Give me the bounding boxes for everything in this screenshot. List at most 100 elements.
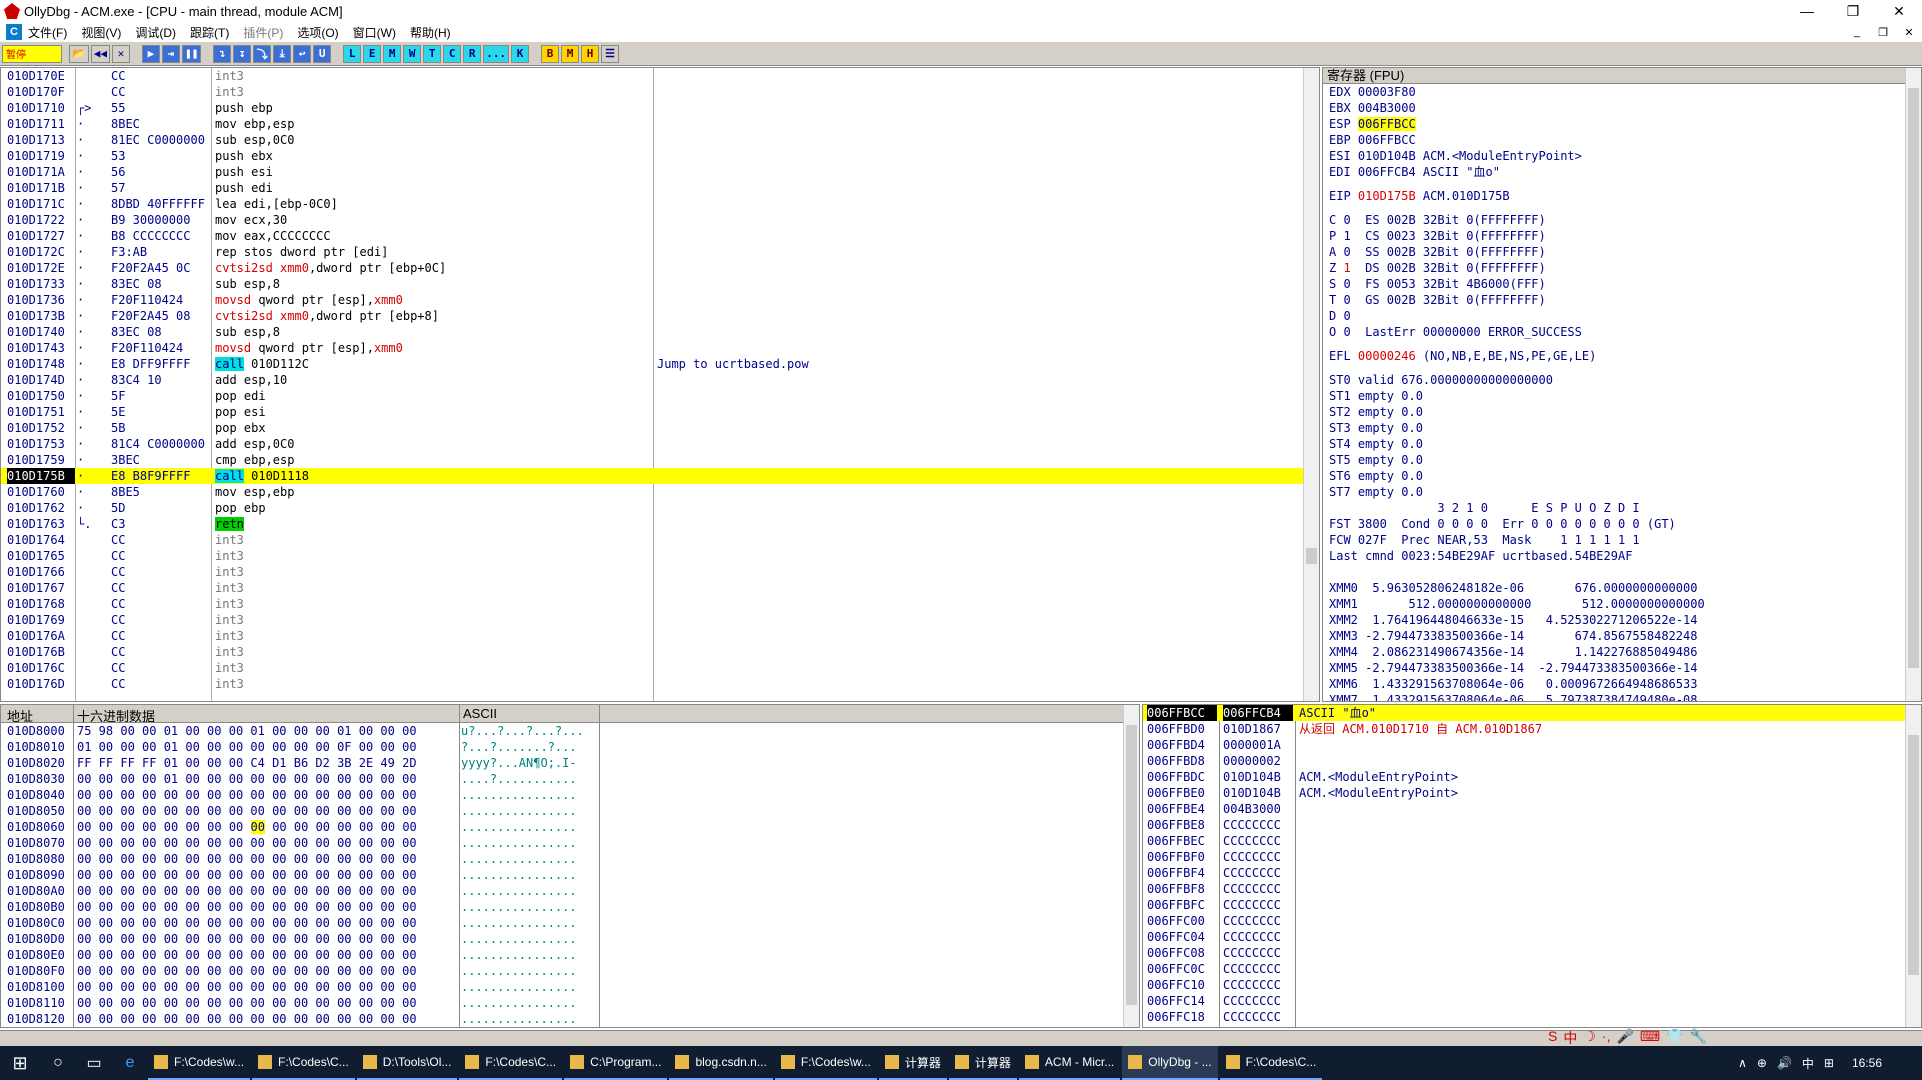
dump-row[interactable]: 010D8110 00 00 00 00 00 00 00 00 00 00 00… (1, 995, 1139, 1011)
instruction-address[interactable]: 010D1768 (7, 596, 75, 612)
stack-value[interactable]: 0000001A (1223, 737, 1293, 753)
dump-row[interactable]: 010D8020 FF FF FF FF 01 00 00 00 C4 D1 B6… (1, 755, 1139, 771)
register-value-changed[interactable]: 1 (1343, 261, 1350, 275)
disasm-row[interactable]: 010D1727 · B8 CCCCCCCC mov eax,CCCCCCCC (1, 228, 1319, 244)
taskbar-task[interactable]: ACM - Micr... (1018, 1046, 1121, 1080)
stack-row[interactable]: 006FFC14 CCCCCCCC (1143, 993, 1921, 1009)
register-line[interactable]: EBP 006FFBCC (1329, 132, 1921, 148)
register-line[interactable]: XMM5 -2.794473383500366e-14 -2.794473383… (1329, 660, 1921, 676)
instruction-address[interactable]: 010D176B (7, 644, 75, 660)
register-line[interactable]: C 0 ES 002B 32Bit 0(FFFFFFFF) (1329, 212, 1921, 228)
taskbar-task[interactable]: 计算器 (878, 1046, 947, 1080)
stack-address[interactable]: 006FFBD0 (1147, 721, 1217, 737)
dump-ascii[interactable]: ................ (461, 979, 577, 995)
stack-address[interactable]: 006FFC10 (1147, 977, 1217, 993)
dump-scrollbar[interactable] (1123, 705, 1139, 1027)
stack-value[interactable]: CCCCCCCC (1223, 817, 1293, 833)
registers-scrollbar[interactable] (1905, 68, 1921, 701)
dump-byte[interactable]: 00 (316, 820, 330, 834)
dump-hex-bytes[interactable]: 00 00 00 00 00 00 00 00 00 00 00 00 00 0… (77, 931, 457, 947)
dump-address[interactable]: 010D80D0 (7, 931, 65, 947)
dump-row[interactable]: 010D8120 00 00 00 00 00 00 00 00 00 00 00… (1, 1011, 1139, 1027)
disasm-row[interactable]: 010D176A CC int3 (1, 628, 1319, 644)
dump-hex-bytes[interactable]: 00 00 00 00 01 00 00 00 00 00 00 00 00 0… (77, 771, 457, 787)
register-value-changed[interactable]: 00000246 (1358, 349, 1416, 363)
disasm-row[interactable]: 010D175B · E8 B8F9FFFF call 010D1118 (1, 468, 1319, 484)
memory-breakpoints-button[interactable]: M (561, 44, 580, 63)
dump-ascii[interactable]: ................ (461, 1011, 577, 1027)
stack-address[interactable]: 006FFC0C (1147, 961, 1217, 977)
stack-value[interactable]: 010D104B (1223, 785, 1293, 801)
register-line[interactable]: XMM0 5.963052806248182e-06 676.000000000… (1329, 580, 1921, 596)
mdi-minimize-button[interactable]: _ (1844, 22, 1870, 42)
dump-address[interactable]: 010D80C0 (7, 915, 65, 931)
menu-debug[interactable]: 调试(D) (135, 24, 176, 41)
dump-byte[interactable]: 00 (99, 820, 113, 834)
input-language-indicator[interactable]: 中 (1802, 1055, 1814, 1072)
taskbar-task[interactable]: D:\Tools\Ol... (356, 1046, 458, 1080)
dump-row[interactable]: 010D8040 00 00 00 00 00 00 00 00 00 00 00… (1, 787, 1139, 803)
trace-over-icon[interactable]: ⤓ (273, 44, 292, 63)
dump-ascii[interactable]: ................ (461, 803, 577, 819)
instruction-address[interactable]: 010D176D (7, 676, 75, 692)
stack-value[interactable]: CCCCCCCC (1223, 913, 1293, 929)
dump-ascii[interactable]: ....?........... (461, 771, 577, 787)
references-window-button[interactable]: R (463, 44, 482, 63)
threads-window-button[interactable]: T (423, 44, 442, 63)
open-icon[interactable]: 📂 (69, 44, 89, 63)
dump-row[interactable]: 010D8090 00 00 00 00 00 00 00 00 00 00 00… (1, 867, 1139, 883)
keyboard-icon[interactable]: ⌨ (1640, 1028, 1660, 1048)
dump-row[interactable]: 010D80E0 00 00 00 00 00 00 00 00 00 00 00… (1, 947, 1139, 963)
menu-file[interactable]: 文件(F) (28, 24, 67, 41)
disasm-row[interactable]: 010D1769 CC int3 (1, 612, 1319, 628)
stack-row[interactable]: 006FFBE4 004B3000 (1143, 801, 1921, 817)
run-thread-icon[interactable]: ⇥ (161, 44, 180, 63)
register-line[interactable]: P 1 CS 0023 32Bit 0(FFFFFFFF) (1329, 228, 1921, 244)
stack-row[interactable]: 006FFC08 CCCCCCCC (1143, 945, 1921, 961)
dump-byte[interactable]: 00 (185, 820, 199, 834)
stack-address[interactable]: 006FFC04 (1147, 929, 1217, 945)
stack-row[interactable]: 006FFC0C CCCCCCCC (1143, 961, 1921, 977)
stack-address[interactable]: 006FFBFC (1147, 897, 1217, 913)
register-line[interactable]: Z 1 DS 002B 32Bit 0(FFFFFFFF) (1329, 260, 1921, 276)
minimize-button[interactable]: — (1784, 0, 1830, 22)
dump-ascii[interactable]: ................ (461, 835, 577, 851)
instruction-address[interactable]: 010D173B (7, 308, 75, 324)
stack-row[interactable]: 006FFC18 CCCCCCCC (1143, 1009, 1921, 1025)
disasm-row[interactable]: 010D1767 CC int3 (1, 580, 1319, 596)
dump-hex-bytes[interactable]: 00 00 00 00 00 00 00 00 00 00 00 00 00 0… (77, 787, 457, 803)
register-line[interactable]: ESI 010D104B ACM.<ModuleEntryPoint> (1329, 148, 1921, 164)
dump-address[interactable]: 010D8000 (7, 723, 65, 739)
stack-row[interactable]: 006FFBF0 CCCCCCCC (1143, 849, 1921, 865)
menu-view[interactable]: 视图(V) (81, 24, 121, 41)
instruction-address[interactable]: 010D1711 (7, 116, 75, 132)
dump-row[interactable]: 010D8100 00 00 00 00 00 00 00 00 00 00 00… (1, 979, 1139, 995)
dump-ascii[interactable]: yyyy?...AN¶O;.I- (461, 755, 577, 771)
dump-byte[interactable]: 00 (359, 820, 373, 834)
instruction-address[interactable]: 010D1759 (7, 452, 75, 468)
stack-address[interactable]: 006FFC08 (1147, 945, 1217, 961)
disasm-row[interactable]: 010D171B · 57 push edi (1, 180, 1319, 196)
dump-address[interactable]: 010D8020 (7, 755, 65, 771)
disasm-row[interactable]: 010D1760 · 8BE5 mov esp,ebp (1, 484, 1319, 500)
stack-address[interactable]: 006FFBF0 (1147, 849, 1217, 865)
stack-value[interactable]: 010D1867 (1223, 721, 1293, 737)
disasm-row[interactable]: 010D1740 · 83EC 08 sub esp,8 (1, 324, 1319, 340)
taskbar-task[interactable]: OllyDbg - ... (1122, 1046, 1218, 1080)
instruction-address[interactable]: 010D1769 (7, 612, 75, 628)
register-line[interactable]: XMM3 -2.794473383500366e-14 674.85675584… (1329, 628, 1921, 644)
dump-hex-bytes[interactable]: 00 00 00 00 00 00 00 00 00 00 00 00 00 0… (77, 803, 457, 819)
stack-value[interactable]: CCCCCCCC (1223, 1009, 1293, 1025)
skin-icon[interactable]: 👕 (1666, 1028, 1683, 1048)
stack-address[interactable]: 006FFC18 (1147, 1009, 1217, 1025)
dump-row[interactable]: 010D8000 75 98 00 00 01 00 00 00 01 00 00… (1, 723, 1139, 739)
disasm-row[interactable]: 010D1764 CC int3 (1, 532, 1319, 548)
registers-pane[interactable]: 寄存器 (FPU) EDX 00003F80 EBX 004B3000 ESP 00… (1322, 67, 1922, 702)
instruction-address[interactable]: 010D1722 (7, 212, 75, 228)
dump-byte[interactable]: 00 (250, 820, 265, 834)
register-line[interactable]: FST 3800 Cond 0 0 0 0 Err 0 0 0 0 0 0 0 … (1329, 516, 1921, 532)
instruction-address[interactable]: 010D1751 (7, 404, 75, 420)
stack-value[interactable]: CCCCCCCC (1223, 865, 1293, 881)
ime-toolbar[interactable]: S 中 ☽ ·, 🎤 ⌨ 👕 🔧 (1548, 1028, 1713, 1048)
dump-byte[interactable]: 00 (77, 820, 91, 834)
